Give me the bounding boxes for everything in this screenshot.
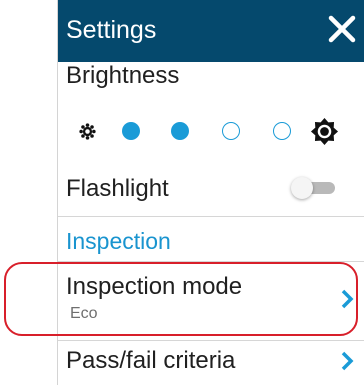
inspection-section-title: Inspection xyxy=(66,228,171,254)
chevron-right-icon xyxy=(341,351,354,371)
brightness-level-3[interactable] xyxy=(222,122,240,140)
divider xyxy=(58,216,364,217)
brightness-level-2[interactable] xyxy=(171,122,189,140)
brightness-level-1[interactable] xyxy=(122,122,140,140)
chevron-right-icon xyxy=(341,289,354,309)
settings-header: Settings xyxy=(58,0,364,62)
pass-fail-criteria-row[interactable]: Pass/fail criteria xyxy=(58,341,364,385)
brightness-level-4[interactable] xyxy=(273,122,291,140)
inspection-mode-label: Inspection mode xyxy=(66,273,243,300)
brightness-high-icon xyxy=(310,117,339,146)
settings-title: Settings xyxy=(66,16,157,44)
inspection-mode-value: Eco xyxy=(70,305,98,322)
flashlight-toggle[interactable] xyxy=(291,177,337,199)
settings-panel: Settings Brightness Flashlight Inspectio… xyxy=(57,0,364,385)
inspection-mode-row[interactable]: Inspection mode Eco xyxy=(58,262,364,336)
brightness-low-icon xyxy=(79,123,96,140)
close-icon[interactable] xyxy=(325,11,359,47)
flashlight-label: Flashlight xyxy=(66,175,169,202)
pass-fail-criteria-label: Pass/fail criteria xyxy=(66,347,236,374)
toggle-knob xyxy=(291,177,313,199)
brightness-label: Brightness xyxy=(66,62,180,89)
